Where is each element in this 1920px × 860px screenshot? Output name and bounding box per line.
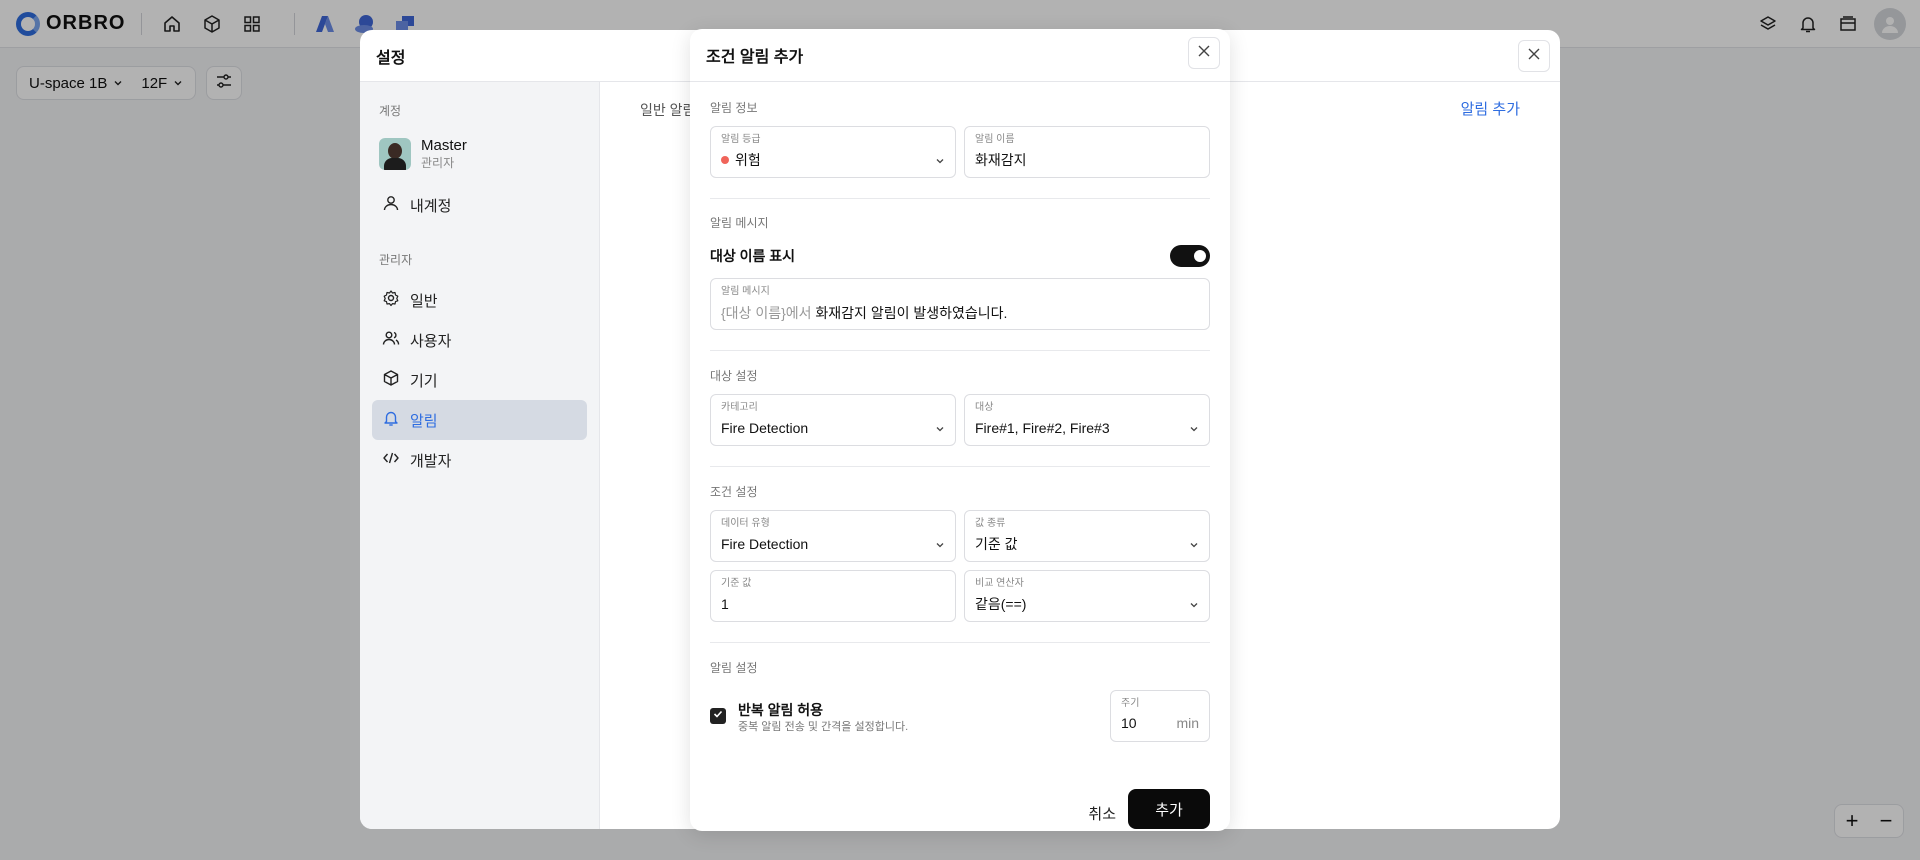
field-value: 1 <box>721 596 729 612</box>
field-value: Fire Detection <box>721 536 809 552</box>
close-icon <box>1197 44 1211 63</box>
users-icon <box>382 329 400 351</box>
value-kind-select[interactable]: 값 종류 기준 값 <box>964 510 1210 562</box>
field-label: 주기 <box>1121 698 1140 709</box>
danger-dot-icon <box>721 156 729 164</box>
sidebar-item-general[interactable]: 일반 <box>372 280 587 320</box>
field-value: Fire Detection <box>721 420 809 436</box>
sidebar-item-users[interactable]: 사용자 <box>372 320 587 360</box>
repeat-alert-checkbox[interactable] <box>710 708 726 724</box>
alert-message-field[interactable]: 알림 메시지 {대상 이름}에서 화재감지 알림이 발생하였습니다. <box>710 278 1210 330</box>
base-value-field[interactable]: 기준 값 1 <box>710 570 956 622</box>
field-label: 알림 이름 <box>975 134 1015 145</box>
account-section-label: 계정 <box>379 104 402 118</box>
user-card[interactable]: Master 관리자 <box>372 131 587 177</box>
chevron-down-icon <box>935 421 945 439</box>
add-button[interactable]: 추가 <box>1128 789 1210 829</box>
field-value: 위험 <box>735 152 761 168</box>
repeat-alert-desc: 중복 알림 전송 및 간격을 설정합니다. <box>738 721 909 733</box>
chevron-down-icon <box>1189 597 1199 615</box>
cube-icon <box>382 369 400 391</box>
field-label: 카테고리 <box>721 402 758 413</box>
settings-sidebar: 계정 Master 관리자 내계정 관리자 일반 사용자 기기 알림 개발자 <box>360 82 600 829</box>
show-target-name-toggle[interactable] <box>1170 245 1210 267</box>
code-icon <box>382 449 400 471</box>
field-label: 비교 연산자 <box>975 578 1024 589</box>
field-value: Fire#1, Fire#2, Fire#3 <box>975 420 1110 436</box>
sidebar-item-label: 내계정 <box>410 197 452 215</box>
add-condition-alert-modal: 조건 알림 추가 알림 정보 알림 등급 위험 알림 이름 화재감지 알림 메시… <box>690 29 1230 831</box>
operator-select[interactable]: 비교 연산자 같음(==) <box>964 570 1210 622</box>
check-icon <box>712 707 724 725</box>
modal-close-button[interactable] <box>1188 37 1220 69</box>
admin-section-label: 관리자 <box>379 253 413 267</box>
divider <box>710 466 1210 467</box>
gear-icon <box>382 289 400 311</box>
tab-general-alerts[interactable]: 일반 알림 <box>640 100 695 120</box>
settings-close-button[interactable] <box>1518 40 1550 72</box>
sidebar-item-devices[interactable]: 기기 <box>372 360 587 400</box>
chevron-down-icon <box>1189 537 1199 555</box>
divider <box>710 198 1210 199</box>
sidebar-item-label: 일반 <box>410 292 438 310</box>
period-unit: min <box>1176 715 1199 731</box>
field-label: 대상 <box>975 402 994 413</box>
section-target: 대상 설정 <box>710 369 758 383</box>
category-select[interactable]: 카테고리 Fire Detection <box>710 394 956 446</box>
period-field[interactable]: 주기 10 min <box>1110 690 1210 742</box>
field-label: 알림 등급 <box>721 134 761 145</box>
bell-icon <box>382 409 400 431</box>
sidebar-item-label: 기기 <box>410 372 438 390</box>
sidebar-item-my-account[interactable]: 내계정 <box>372 185 587 225</box>
chevron-down-icon <box>1189 421 1199 439</box>
toggle-label: 대상 이름 표시 <box>710 248 796 264</box>
field-label: 데이터 유형 <box>721 518 770 529</box>
field-value: 같음(==) <box>975 596 1027 612</box>
sidebar-item-developer[interactable]: 개발자 <box>372 440 587 480</box>
repeat-alert-title: 반복 알림 허용 <box>738 702 824 718</box>
chevron-down-icon <box>935 153 945 171</box>
user-role: 관리자 <box>421 156 455 170</box>
sidebar-item-label: 개발자 <box>410 452 452 470</box>
modal-header: 조건 알림 추가 <box>690 29 1230 82</box>
alert-grade-select[interactable]: 알림 등급 위험 <box>710 126 956 178</box>
divider <box>710 350 1210 351</box>
field-value: 기준 값 <box>975 536 1018 552</box>
cancel-button[interactable]: 취소 <box>1088 803 1116 824</box>
modal-title: 조건 알림 추가 <box>706 49 804 66</box>
sidebar-item-label: 알림 <box>410 412 438 430</box>
message-text: 화재감지 알림이 발생하였습니다. <box>811 305 1008 321</box>
alert-name-field[interactable]: 알림 이름 화재감지 <box>964 126 1210 178</box>
field-label: 기준 값 <box>721 578 752 589</box>
section-alert-setting: 알림 설정 <box>710 661 758 675</box>
section-condition: 조건 설정 <box>710 485 758 499</box>
person-icon <box>382 194 400 216</box>
chevron-down-icon <box>935 537 945 555</box>
target-name-token: {대상 이름}에서 <box>721 305 812 321</box>
section-alert-message: 알림 메시지 <box>710 216 769 230</box>
avatar <box>379 138 411 170</box>
add-alert-link[interactable]: 알림 추가 <box>1461 98 1520 119</box>
divider <box>710 642 1210 643</box>
sidebar-item-label: 사용자 <box>410 332 452 350</box>
field-label: 값 종류 <box>975 518 1006 529</box>
repeat-alert-row: 반복 알림 허용 중복 알림 전송 및 간격을 설정합니다. 주기 10 min <box>710 690 1210 742</box>
target-select[interactable]: 대상 Fire#1, Fire#2, Fire#3 <box>964 394 1210 446</box>
user-name: Master <box>421 137 467 154</box>
data-type-select[interactable]: 데이터 유형 Fire Detection <box>710 510 956 562</box>
show-target-name-row: 대상 이름 표시 <box>710 245 1210 267</box>
field-value: 화재감지 <box>975 152 1027 168</box>
sidebar-item-alerts[interactable]: 알림 <box>372 400 587 440</box>
period-value: 10 <box>1121 715 1137 731</box>
section-alert-info: 알림 정보 <box>710 101 758 115</box>
field-label: 알림 메시지 <box>721 286 770 297</box>
close-icon <box>1527 47 1541 66</box>
settings-title: 설정 <box>376 49 406 67</box>
